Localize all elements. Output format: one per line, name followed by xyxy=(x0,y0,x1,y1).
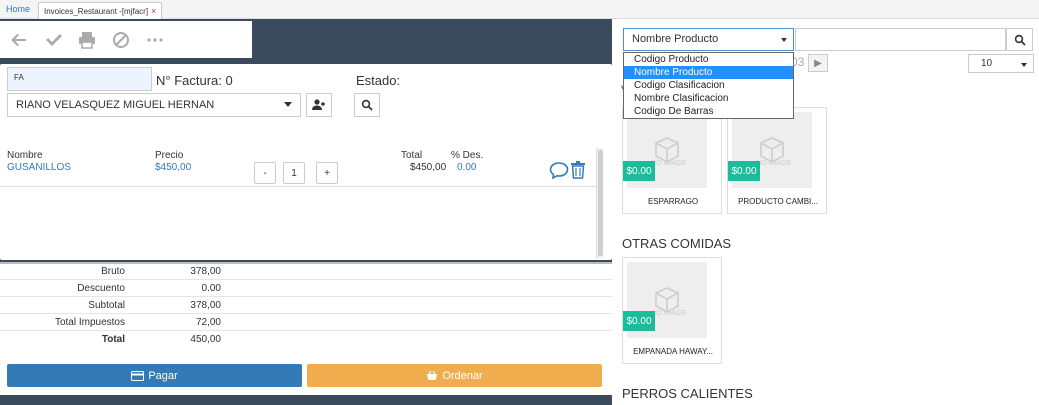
totals-row: Subtotal 378,00 xyxy=(0,298,612,314)
line-separator xyxy=(0,186,598,187)
toolbar xyxy=(0,21,252,58)
search-field-value: Nombre Producto xyxy=(632,33,719,45)
order-button[interactable]: Ordenar xyxy=(307,364,602,387)
add-user-button[interactable] xyxy=(306,93,332,117)
totals-row: Total Impuestos 72,00 xyxy=(0,315,612,331)
line-item-discount[interactable]: 0.00 xyxy=(457,162,476,173)
tab-invoices-label: Invoices_Restaurant -[mjfacr] xyxy=(44,6,149,16)
per-page-value: 10 xyxy=(981,58,993,69)
totals-value-subtotal: 378,00 xyxy=(190,300,221,311)
search-icon xyxy=(1014,34,1026,46)
client-select[interactable]: RIANO VELASQUEZ MIGUEL HERNAN xyxy=(7,93,301,117)
credit-card-icon xyxy=(131,370,145,381)
quantity-increment-button[interactable]: + xyxy=(316,162,338,184)
totals-value-descuento: 0.00 xyxy=(201,283,221,294)
line-item-name[interactable]: GUSANILLOS xyxy=(7,162,71,173)
more-icon[interactable] xyxy=(144,29,166,51)
search-icon xyxy=(361,99,373,111)
product-card[interactable]: NO IMAGE $0.00 EMPANADA HAWAY... xyxy=(622,257,722,364)
dropdown-option-codigo-clasificacion[interactable]: Codigo Clasificacion xyxy=(624,79,793,92)
chevron-down-icon xyxy=(1021,63,1027,67)
quantity-decrement-button[interactable]: - xyxy=(254,162,276,184)
per-page-select[interactable]: 10 xyxy=(968,54,1034,73)
col-header-discount: % Des. xyxy=(451,150,484,161)
tab-bar: Home Invoices_Restaurant -[mjfacr] × xyxy=(0,0,1039,19)
search-field-select[interactable]: Nombre Producto xyxy=(623,28,794,51)
pay-button[interactable]: Pagar xyxy=(7,364,302,387)
line-item-total: $450,00 xyxy=(410,162,447,173)
scrollbar-thumb[interactable] xyxy=(598,150,603,256)
totals-value-total: 450,00 xyxy=(190,334,221,345)
search-button[interactable] xyxy=(1006,28,1033,51)
dropdown-option-nombre-producto[interactable]: Nombre Producto xyxy=(624,66,793,79)
invoice-state: Estado: xyxy=(356,73,401,88)
product-name: ESPARRAGO xyxy=(647,197,699,206)
tab-invoices-restaurant[interactable]: Invoices_Restaurant -[mjfacr] × xyxy=(38,2,163,19)
order-button-label: Ordenar xyxy=(442,369,483,382)
col-header-name: Nombre xyxy=(7,150,43,161)
totals-row: Total 450,00 xyxy=(0,332,612,348)
product-price-badge: $0.00 xyxy=(623,311,655,331)
search-client-button[interactable] xyxy=(354,93,380,117)
invoice-panel: FA N° Factura: 0 Estado: RIANO VELASQUEZ… xyxy=(0,64,612,260)
totals-label-bruto: Bruto xyxy=(101,266,125,277)
print-icon[interactable] xyxy=(76,29,98,51)
document-type-input[interactable]: FA xyxy=(7,67,152,91)
pager-next-button[interactable]: ▶ xyxy=(808,54,828,72)
product-price-badge: $0.00 xyxy=(728,161,760,181)
no-image-text: NO IMAGE xyxy=(651,160,687,167)
chevron-down-icon xyxy=(781,38,787,42)
dropdown-option-nombre-clasificacion[interactable]: Nombre Clasificacion xyxy=(624,92,793,105)
totals-label-subtotal: Subtotal xyxy=(88,300,125,311)
product-name: PRODUCTO CAMBI... xyxy=(738,197,818,206)
product-name: EMPANADA HAWAY... xyxy=(633,347,713,356)
comment-icon[interactable] xyxy=(549,161,569,182)
dropdown-option-codigo-barras[interactable]: Codigo De Barras xyxy=(624,105,793,118)
line-item-price[interactable]: $450,00 xyxy=(155,162,191,173)
no-image-text: NO IMAGE xyxy=(651,310,687,317)
totals-value-bruto: 378,00 xyxy=(190,266,221,277)
lines-scrollbar[interactable] xyxy=(596,148,603,258)
col-header-total: Total xyxy=(401,150,423,161)
chevron-down-icon xyxy=(284,102,292,107)
totals-row: Descuento 0.00 xyxy=(0,281,612,297)
invoice-number: N° Factura: 0 xyxy=(156,73,233,88)
col-header-price: Precio xyxy=(155,150,184,161)
check-icon[interactable] xyxy=(42,29,64,51)
trash-icon[interactable] xyxy=(570,161,586,182)
totals-label-descuento: Descuento xyxy=(77,283,125,294)
section-title-otras-comidas: OTRAS COMIDAS xyxy=(622,236,732,251)
search-field-dropdown: Codigo Producto Nombre Producto Codigo C… xyxy=(623,52,794,119)
product-price-badge: $0.00 xyxy=(623,161,655,181)
add-user-icon xyxy=(312,99,325,110)
basket-icon xyxy=(427,370,438,380)
tab-home[interactable]: Home xyxy=(6,4,30,14)
totals-label-impuestos: Total Impuestos xyxy=(54,317,125,328)
product-card[interactable]: NO IMAGE $0.00 PRODUCTO CAMBI... xyxy=(727,107,827,214)
tab-close-icon[interactable]: × xyxy=(151,6,156,16)
product-card[interactable]: NO IMAGE $0.00 ESPARRAGO xyxy=(622,107,722,214)
totals-row: Bruto 378,00 xyxy=(0,264,612,280)
back-arrow-icon[interactable] xyxy=(8,29,30,51)
totals-label-total: Total xyxy=(101,334,125,345)
client-select-value: RIANO VELASQUEZ MIGUEL HERNAN xyxy=(16,99,215,111)
no-image-text: NO IMAGE xyxy=(756,160,792,167)
quantity-input[interactable]: 1 xyxy=(283,162,305,184)
totals-panel: Bruto 378,00 Descuento 0.00 Subtotal 378… xyxy=(0,262,612,352)
pay-button-label: Pagar xyxy=(148,369,178,382)
totals-value-impuestos: 72,00 xyxy=(195,317,221,328)
dropdown-option-codigo-producto[interactable]: Codigo Producto xyxy=(624,53,793,66)
section-title-perros-calientes: PERROS CALIENTES xyxy=(622,386,753,401)
search-input[interactable] xyxy=(795,28,1006,51)
cancel-icon[interactable] xyxy=(110,29,132,51)
